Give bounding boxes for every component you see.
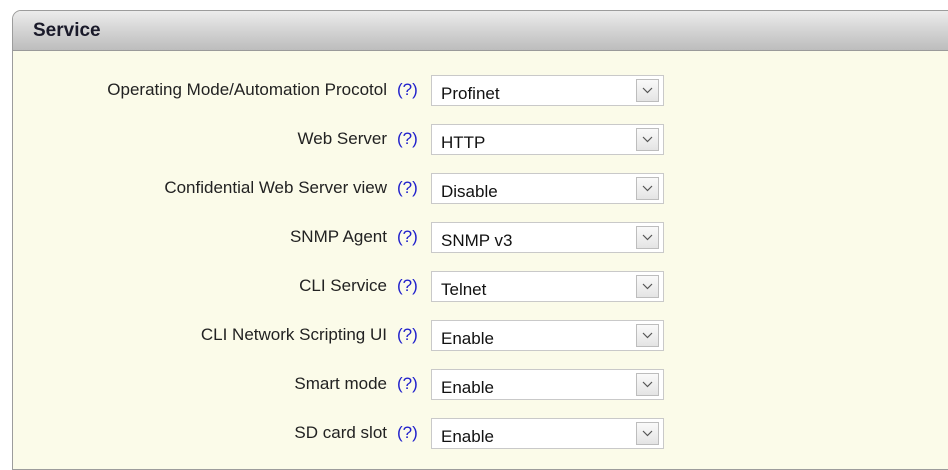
select-value: Enable: [441, 427, 494, 446]
select-value: Profinet: [441, 84, 500, 103]
help-link[interactable]: (?): [397, 374, 418, 394]
panel-title: Service: [33, 19, 101, 41]
help-link[interactable]: (?): [397, 178, 418, 198]
field-label: SD card slot: [294, 423, 387, 442]
help-link[interactable]: (?): [397, 325, 418, 345]
field-label: CLI Service: [299, 276, 387, 295]
snmp-agent-select[interactable]: SNMP v3: [431, 222, 664, 253]
field-row-operating-mode: Operating Mode/Automation Procotol (?) P…: [13, 75, 713, 109]
field-row-cli-network-scripting-ui: CLI Network Scripting UI (?) Enable: [13, 320, 713, 354]
confidential-web-server-view-select[interactable]: Disable: [431, 173, 664, 204]
field-label: CLI Network Scripting UI: [200, 325, 387, 344]
select-value: Telnet: [441, 280, 487, 299]
field-label: Web Server: [297, 129, 387, 148]
smart-mode-select[interactable]: Enable: [431, 369, 664, 400]
select-value: Enable: [441, 329, 494, 348]
field-row-snmp-agent: SNMP Agent (?) SNMP v3: [13, 222, 713, 256]
chevron-down-icon[interactable]: [636, 324, 659, 347]
chevron-down-icon[interactable]: [636, 128, 659, 151]
field-row-smart-mode: Smart mode (?) Enable: [13, 369, 713, 403]
field-row-web-server: Web Server (?) HTTP: [13, 124, 713, 158]
cli-service-select[interactable]: Telnet: [431, 271, 664, 302]
chevron-down-icon[interactable]: [636, 275, 659, 298]
field-label: SNMP Agent: [289, 227, 387, 246]
sd-card-slot-select[interactable]: Enable: [431, 418, 664, 449]
select-value: Enable: [441, 378, 494, 397]
help-link[interactable]: (?): [397, 129, 418, 149]
cli-network-scripting-ui-select[interactable]: Enable: [431, 320, 664, 351]
select-value: SNMP v3: [441, 231, 513, 250]
help-link[interactable]: (?): [397, 80, 418, 100]
operating-mode-select[interactable]: Profinet: [431, 75, 664, 106]
web-server-select[interactable]: HTTP: [431, 124, 664, 155]
chevron-down-icon[interactable]: [636, 79, 659, 102]
service-panel: Service Operating Mode/Automation Procot…: [12, 10, 948, 470]
field-row-cli-service: CLI Service (?) Telnet: [13, 271, 713, 305]
panel-header: Service: [13, 11, 948, 51]
field-row-sd-card-slot: SD card slot (?) Enable: [13, 418, 713, 452]
chevron-down-icon[interactable]: [636, 177, 659, 200]
chevron-down-icon[interactable]: [636, 422, 659, 445]
help-link[interactable]: (?): [397, 423, 418, 443]
select-value: Disable: [441, 182, 498, 201]
field-label: Smart mode: [294, 374, 387, 393]
chevron-down-icon[interactable]: [636, 226, 659, 249]
field-label: Confidential Web Server view: [164, 178, 387, 197]
select-value: HTTP: [441, 133, 486, 152]
help-link[interactable]: (?): [397, 276, 418, 296]
field-row-confidential-web-server-view: Confidential Web Server view (?) Disable: [13, 173, 713, 207]
field-label: Operating Mode/Automation Procotol: [107, 80, 387, 99]
help-link[interactable]: (?): [397, 227, 418, 247]
chevron-down-icon[interactable]: [636, 373, 659, 396]
